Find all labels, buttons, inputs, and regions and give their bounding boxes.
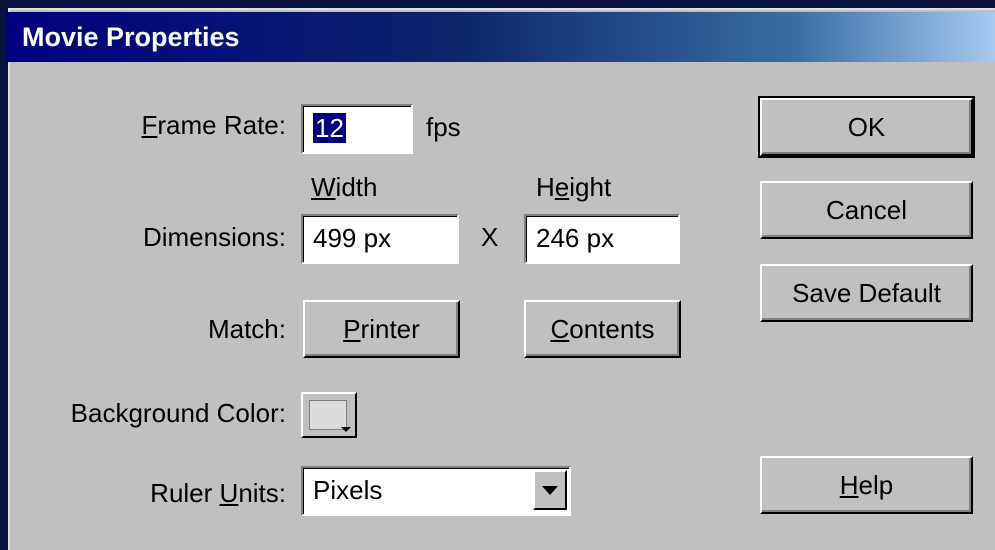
ruler-units-select[interactable]: Pixels xyxy=(301,466,571,516)
dimensions-label: Dimensions: xyxy=(142,222,286,252)
dropdown-button[interactable] xyxy=(533,470,567,510)
ruler-units-label: Ruler Units: xyxy=(150,478,286,508)
frame-rate-input[interactable]: 12 xyxy=(301,104,413,154)
chevron-down-icon xyxy=(542,485,558,495)
match-label: Match: xyxy=(207,314,286,344)
width-input[interactable]: 499 px xyxy=(301,214,459,264)
dialog-title: Movie Properties xyxy=(22,22,240,52)
height-header: Height xyxy=(536,172,612,202)
width-header: Width xyxy=(311,172,378,202)
background-color-swatch[interactable] xyxy=(301,392,357,438)
frame-rate-value: 12 xyxy=(313,113,346,143)
match-printer-button[interactable]: Printer xyxy=(303,300,460,358)
background-color-label: Background Color: xyxy=(70,398,286,428)
frame-rate-label: Frame Rate: xyxy=(141,110,287,140)
cancel-button[interactable]: Cancel xyxy=(760,181,973,239)
fps-unit-label: fps xyxy=(426,112,461,142)
ok-button[interactable]: OK xyxy=(758,96,975,158)
dimension-separator: X xyxy=(481,222,499,252)
title-bar: Movie Properties xyxy=(6,12,995,62)
match-contents-button[interactable]: Contents xyxy=(524,300,681,358)
save-default-button[interactable]: Save Default xyxy=(760,264,973,322)
height-input[interactable]: 246 px xyxy=(524,214,680,264)
ruler-units-value: Pixels xyxy=(313,475,383,505)
dropdown-arrow-icon xyxy=(341,427,351,432)
color-preview xyxy=(309,400,347,430)
help-button[interactable]: Help xyxy=(760,456,973,514)
